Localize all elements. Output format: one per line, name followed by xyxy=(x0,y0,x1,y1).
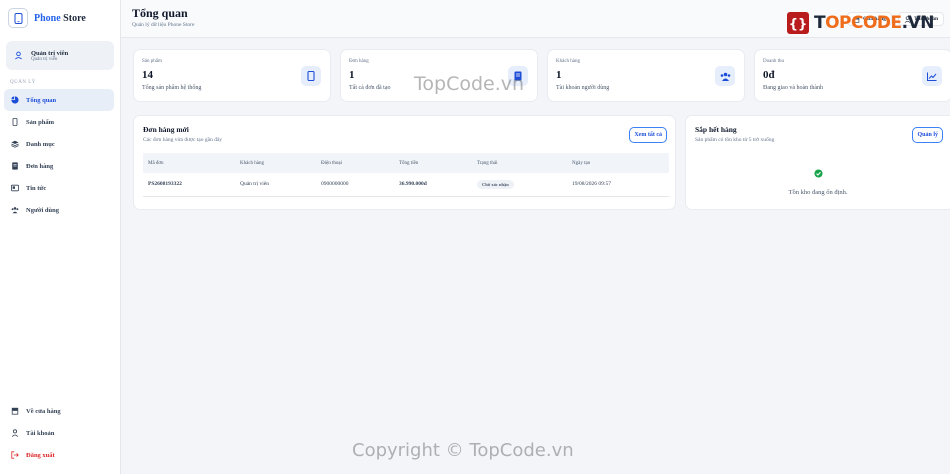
stat-value: 0đ xyxy=(763,69,775,81)
user-card[interactable]: Quản trị viên Quản trị viên xyxy=(6,41,114,70)
order-code[interactable]: PS2608193322 xyxy=(143,173,235,197)
stat-value: 1 xyxy=(556,69,562,81)
view-all-orders-button[interactable]: Xem tất cả xyxy=(629,127,667,143)
sidebar: Phone Store Quản trị viên Quản trị viên … xyxy=(0,0,121,474)
stat-label: Đơn hàng xyxy=(349,59,369,64)
low-stock-panel: Sắp hết hàng Sản phẩm có tồn kho từ 5 tr… xyxy=(685,115,950,210)
column-header: Mã đơn xyxy=(143,153,235,173)
sidebar-item-label: Về cửa hàng xyxy=(26,407,61,415)
svg-text:{}: {} xyxy=(789,17,808,32)
sidebar-item-news[interactable]: Tin tức xyxy=(4,177,114,199)
panel-title: Đơn hàng mới xyxy=(143,125,189,134)
top-header: Tổng quan Quản lý dữ liệu Phone Store Cử… xyxy=(121,0,950,38)
table-header-row: Mã đơn Khách hàng Điện thoại Tổng tiền T… xyxy=(143,153,669,173)
receipt-icon xyxy=(12,162,18,170)
page-title: Tổng quan xyxy=(132,6,188,20)
stat-card-customers: Khách hàng 1 Tài khoản người dùng xyxy=(547,49,745,102)
sidebar-bottom-nav: Về cửa hàng Tài khoản Đăng xuất xyxy=(4,400,114,466)
phone-icon xyxy=(301,66,321,86)
check-circle-icon xyxy=(813,169,823,178)
brand-name: Phone Store xyxy=(34,12,86,24)
stat-desc: Đang giao và hoàn thành xyxy=(763,85,823,91)
brand[interactable]: Phone Store xyxy=(8,8,86,28)
order-status-cell: Chờ xác nhận xyxy=(472,173,567,197)
stat-value: 14 xyxy=(142,69,153,81)
stat-card-products: Sản phẩm 14 Tổng sản phẩm hệ thống xyxy=(133,49,331,102)
sidebar-item-label: Tổng quan xyxy=(26,96,57,104)
chart-line-icon xyxy=(922,66,942,86)
page-subtitle: Quản lý dữ liệu Phone Store xyxy=(132,22,195,28)
sidebar-item-store[interactable]: Về cửa hàng xyxy=(4,400,114,422)
logout-icon xyxy=(11,451,19,459)
manage-stock-button[interactable]: Quản lý xyxy=(912,127,943,143)
column-header: Khách hàng xyxy=(235,153,316,173)
panel-title: Sắp hết hàng xyxy=(695,125,737,134)
table-row[interactable]: PS2608193322 Quản trị viên 0900000000 36… xyxy=(143,173,669,197)
panel-subtitle: Các đơn hàng vừa được tạo gần đây xyxy=(143,137,223,143)
stock-status: Tồn kho đang ổn định. xyxy=(686,165,950,196)
order-date: 19/08/2026 09:57 xyxy=(567,173,669,197)
stat-card-revenue: Doanh thu 0đ Đang giao và hoàn thành xyxy=(754,49,950,102)
phone-icon xyxy=(12,118,18,126)
sidebar-item-label: Tài khoản xyxy=(26,429,55,437)
sidebar-item-label: Đơn hàng xyxy=(26,162,54,170)
users-icon xyxy=(11,207,19,214)
sidebar-item-categories[interactable]: Danh mục xyxy=(4,133,114,155)
sidebar-item-label: Tin tức xyxy=(26,184,47,192)
topcode-logo-icon: {} xyxy=(786,12,809,34)
column-header: Trạng thái xyxy=(472,153,567,173)
sidebar-item-label: Sản phẩm xyxy=(26,118,54,126)
sidebar-item-logout[interactable]: Đăng xuất xyxy=(4,444,114,466)
column-header: Tổng tiền xyxy=(394,153,472,173)
stat-desc: Tổng sản phẩm hệ thống xyxy=(142,85,202,91)
stat-value: 1 xyxy=(349,69,355,81)
sidebar-item-label: Đăng xuất xyxy=(26,451,55,459)
user-role: Quản trị viên xyxy=(31,56,58,62)
stock-message: Tồn kho đang ổn định. xyxy=(788,189,848,196)
column-header: Ngày tạo xyxy=(567,153,669,173)
recent-orders-panel: Đơn hàng mới Các đơn hàng vừa được tạo g… xyxy=(133,115,676,210)
store-icon xyxy=(11,407,19,415)
stat-label: Doanh thu xyxy=(763,59,784,64)
users-icon xyxy=(715,66,735,86)
layers-icon xyxy=(11,140,19,148)
sidebar-item-account[interactable]: Tài khoản xyxy=(4,422,114,444)
watermark-copyright: Copyright © TopCode.vn xyxy=(352,440,574,461)
watermark-mid: TopCode.vn xyxy=(414,73,525,95)
orders-table: Mã đơn Khách hàng Điện thoại Tổng tiền T… xyxy=(143,153,669,197)
phone-logo-icon xyxy=(8,8,28,28)
status-badge: Chờ xác nhận xyxy=(477,179,514,189)
stat-desc: Tài khoản người dùng xyxy=(556,85,610,91)
sidebar-item-users[interactable]: Người dùng xyxy=(4,199,114,221)
order-phone: 0900000000 xyxy=(316,173,394,197)
sidebar-section-label: QUẢN LÝ xyxy=(10,80,36,85)
user-icon xyxy=(11,429,19,437)
topcode-watermark-logo: {} TOPCODE.VN xyxy=(785,10,935,36)
sidebar-item-overview[interactable]: Tổng quan xyxy=(4,89,114,111)
sidebar-item-label: Người dùng xyxy=(26,206,59,214)
stat-desc: Tất cả đơn đã tạo xyxy=(349,85,391,91)
sidebar-item-products[interactable]: Sản phẩm xyxy=(4,111,114,133)
panel-subtitle: Sản phẩm có tồn kho từ 5 trở xuống xyxy=(695,137,775,143)
column-header: Điện thoại xyxy=(316,153,394,173)
sidebar-item-label: Danh mục xyxy=(26,140,55,148)
sidebar-nav: Tổng quan Sản phẩm Danh mục Đơn hàng Tin… xyxy=(4,89,114,221)
sidebar-item-orders[interactable]: Đơn hàng xyxy=(4,155,114,177)
stat-label: Khách hàng xyxy=(556,59,581,64)
user-name: Quản trị viên xyxy=(31,49,69,57)
order-total: 36.990.000đ xyxy=(394,173,472,197)
order-customer: Quản trị viên xyxy=(235,173,316,197)
newspaper-icon xyxy=(11,184,19,192)
stat-label: Sản phẩm xyxy=(142,59,162,64)
pie-chart-icon xyxy=(11,96,19,104)
user-icon xyxy=(14,47,23,65)
